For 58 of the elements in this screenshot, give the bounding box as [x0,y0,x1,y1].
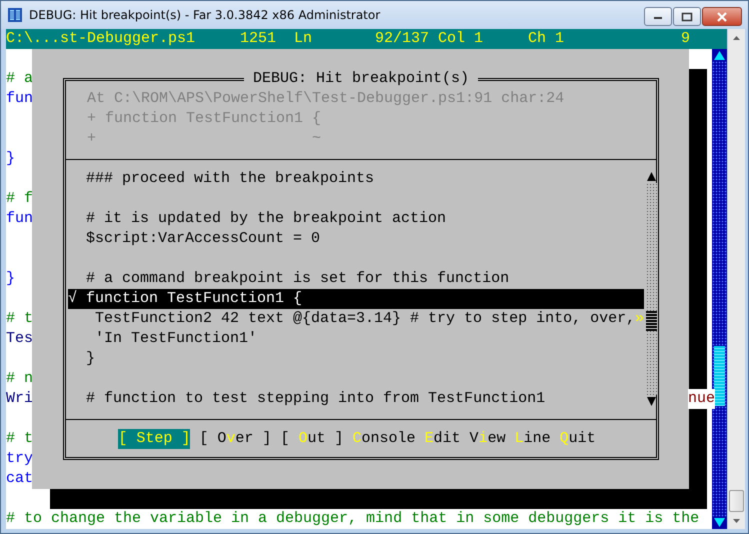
window-scrollbar[interactable] [728,29,745,529]
code-line: # a command breakpoint is set for this function [86,269,510,289]
scroll-up-icon[interactable] [733,36,740,40]
maximize-button[interactable] [673,7,701,26]
code-comment: # to change the variable in a debugger, mind that in some debuggers it is the [6,509,700,529]
code-line: function TestFunction1 { [86,289,302,309]
code-line: # function to test stepping into from TestFunction1 [86,389,546,409]
app-icon [7,7,23,23]
dialog-button[interactable]: Console [352,429,416,449]
window-title: DEBUG: Hit breakpoint(s) - Far 3.0.3842 x86 Administrator [29,8,382,22]
minimize-button[interactable] [644,7,672,26]
code-line: fun [6,209,34,229]
code-comment: # t [6,309,34,329]
scroll-thumb[interactable] [714,346,725,406]
code-line: Wri [6,389,34,409]
close-icon [716,12,728,22]
scroll-thumb[interactable] [729,490,744,512]
current-line-marker: √ [68,289,78,309]
dialog-button[interactable]: Edit [424,429,461,449]
dialog-button[interactable]: Quit [560,429,596,449]
breakpoint-location: + ~ [87,129,322,149]
code-comment: # f [6,189,34,209]
file-path: C:\...st-Debugger.ps1 [6,29,196,49]
code-fragment: nue [688,389,715,409]
editor-scrollbar[interactable] [712,49,727,529]
breakpoint-location: + function TestFunction1 { [87,109,322,129]
maximize-icon [681,12,693,22]
code-line: # it is updated by the breakpoint action [86,209,446,229]
breakpoint-location: At C:\ROM\APS\PowerShelf\Test-Debugger.ps1:91 char:24 [87,89,566,109]
dialog-button[interactable]: Line [514,429,551,449]
code-line: ### proceed with the breakpoints [86,169,374,189]
code-comment: # t [6,429,34,449]
dialog-button[interactable]: [ Out ] [280,429,344,449]
code-line: TestFunction2 42 text @{data=3.14} # try to step into, over, [94,309,636,329]
code-value: 9 [681,29,690,49]
scroll-thumb[interactable] [646,311,658,331]
code-line: } [86,349,96,369]
line-label: Ln [294,29,312,49]
line-position: 92/137 [375,29,430,49]
column-position: Col 1 [438,29,484,49]
code-line: cat [6,469,34,489]
scroll-down-icon[interactable] [733,518,740,522]
code-line: } [6,149,16,169]
code-line: } [6,269,16,289]
code-line: try [6,449,34,469]
code-line: Tes [6,329,34,349]
char-code-label: Ch 1 [528,29,564,49]
code-line: fun [6,89,34,109]
overflow-mark: » [635,309,644,329]
dialog-button[interactable]: View [470,429,506,449]
code-comment: # a [6,69,34,89]
code-comment: # n [6,369,34,389]
dialog-button[interactable]: [ Step ] [118,429,190,449]
code-line: $script:VarAccessCount = 0 [86,229,320,249]
close-button[interactable] [702,7,742,26]
dialog-button[interactable]: [ Over ] [199,429,272,449]
file-size: 1251 [240,29,276,49]
code-line: 'In TestFunction1' [94,329,258,349]
